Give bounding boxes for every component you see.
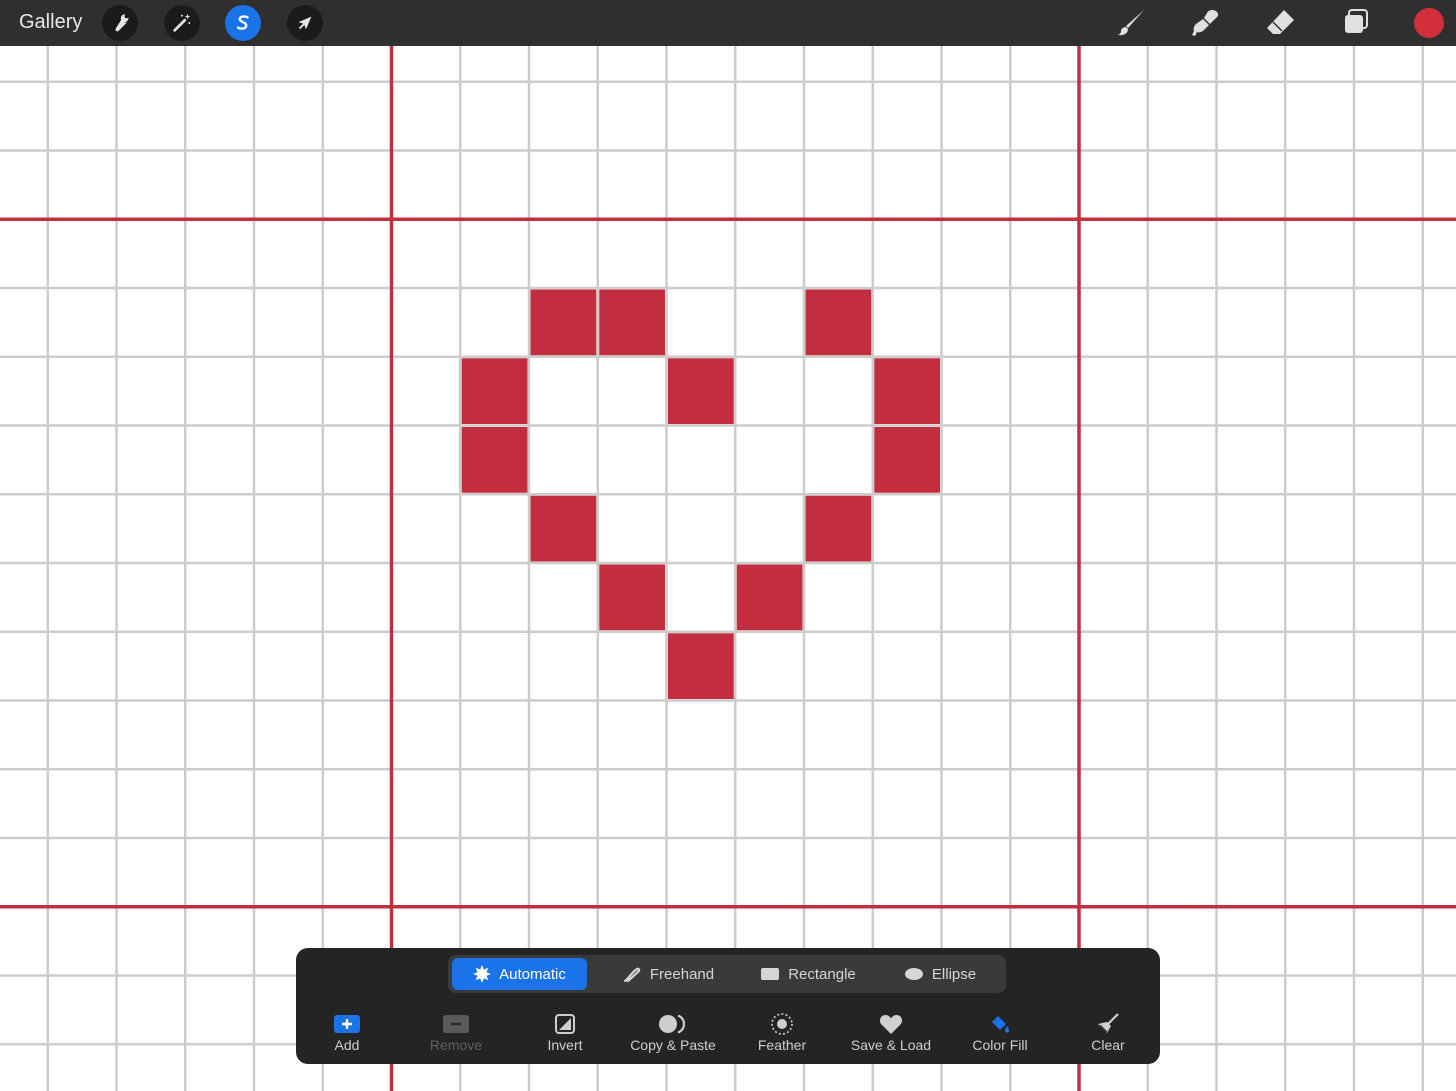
heart-pixel xyxy=(461,358,528,424)
tool-label: Clear xyxy=(1091,1037,1125,1053)
copy-paste-button[interactable]: Copy & Paste xyxy=(618,1012,728,1053)
remove-icon xyxy=(443,1015,469,1033)
mode-rectangle[interactable]: Rectangle xyxy=(744,958,872,990)
canvas-grid xyxy=(0,46,1456,1091)
save-load-button[interactable]: Save & Load xyxy=(836,1012,946,1053)
drawing-canvas[interactable] xyxy=(0,46,1456,1091)
copy-paste-icon xyxy=(659,1014,686,1034)
layers-icon xyxy=(1345,9,1368,33)
canvas-background xyxy=(0,46,1456,1091)
automatic-starburst-icon xyxy=(473,965,492,983)
mode-label: Rectangle xyxy=(788,965,856,983)
feather-button[interactable]: Feather xyxy=(727,1012,837,1053)
mode-automatic[interactable]: Automatic xyxy=(452,958,587,990)
tool-label: Copy & Paste xyxy=(630,1037,716,1053)
tool-label: Remove xyxy=(429,1037,483,1053)
add-button[interactable]: Add xyxy=(292,1012,402,1053)
color-fill-icon xyxy=(992,1016,1009,1033)
heart-pixel xyxy=(668,358,734,424)
clear-button[interactable]: Clear xyxy=(1053,1012,1163,1053)
tool-label: Save & Load xyxy=(850,1037,932,1053)
smudge-icon xyxy=(1192,10,1219,36)
heart-pixel xyxy=(461,427,528,493)
eraser-icon xyxy=(1267,10,1294,34)
heart-icon xyxy=(879,1015,903,1034)
selection-button[interactable] xyxy=(225,5,261,41)
smudge-button[interactable] xyxy=(1190,7,1222,39)
broom-icon xyxy=(1098,1013,1119,1033)
tool-label: Invert xyxy=(547,1037,583,1053)
magic-wand-icon xyxy=(173,13,191,32)
rectangle-icon xyxy=(761,968,780,980)
tool-label: Color Fill xyxy=(972,1037,1028,1053)
mode-label: Freehand xyxy=(649,965,715,983)
heart-pixel xyxy=(736,564,803,631)
brush-icon xyxy=(1118,10,1144,36)
heart-pixel xyxy=(530,495,597,562)
heart-pixel xyxy=(805,495,872,562)
heart-pixel xyxy=(530,289,597,356)
eraser-button[interactable] xyxy=(1264,7,1296,39)
heart-pixel xyxy=(805,289,872,356)
remove-button[interactable]: Remove xyxy=(401,1012,511,1053)
mode-label: Ellipse xyxy=(931,965,977,983)
mode-freehand[interactable]: Freehand xyxy=(598,958,738,990)
selection-mode-segmented-control: Automatic Freehand Rectangle Ellipse xyxy=(448,955,1006,993)
mode-label: Automatic xyxy=(499,965,566,983)
add-icon xyxy=(334,1015,360,1033)
feather-icon xyxy=(771,1013,793,1035)
heart-pixel xyxy=(874,358,940,424)
brush-button[interactable] xyxy=(1116,7,1148,39)
wrench-icon xyxy=(115,14,129,32)
layers-button[interactable] xyxy=(1340,7,1372,39)
tool-label: Feather xyxy=(757,1037,807,1053)
transform-button[interactable] xyxy=(287,5,323,41)
mode-ellipse[interactable]: Ellipse xyxy=(878,958,1002,990)
ellipse-icon xyxy=(904,968,923,980)
heart-pixel xyxy=(874,427,940,493)
freehand-lasso-icon xyxy=(623,967,641,983)
top-toolbar: Gallery xyxy=(0,0,1456,46)
gallery-button[interactable]: Gallery xyxy=(19,11,82,34)
selection-toolbar: Automatic Freehand Rectangle Ellipse Add xyxy=(296,948,1160,1064)
invert-button[interactable]: Invert xyxy=(510,1012,620,1053)
heart-pixel xyxy=(599,564,665,631)
invert-icon xyxy=(555,1014,575,1034)
color-fill-button[interactable]: Color Fill xyxy=(945,1012,1055,1053)
color-swatch[interactable] xyxy=(1414,8,1444,38)
tool-label: Add xyxy=(334,1037,360,1053)
heart-pixel xyxy=(599,289,665,356)
arrow-transform-icon xyxy=(298,16,312,30)
selection-s-icon xyxy=(236,15,249,30)
adjustments-button[interactable] xyxy=(164,5,200,41)
actions-button[interactable] xyxy=(102,5,138,41)
heart-pixel xyxy=(668,633,734,699)
